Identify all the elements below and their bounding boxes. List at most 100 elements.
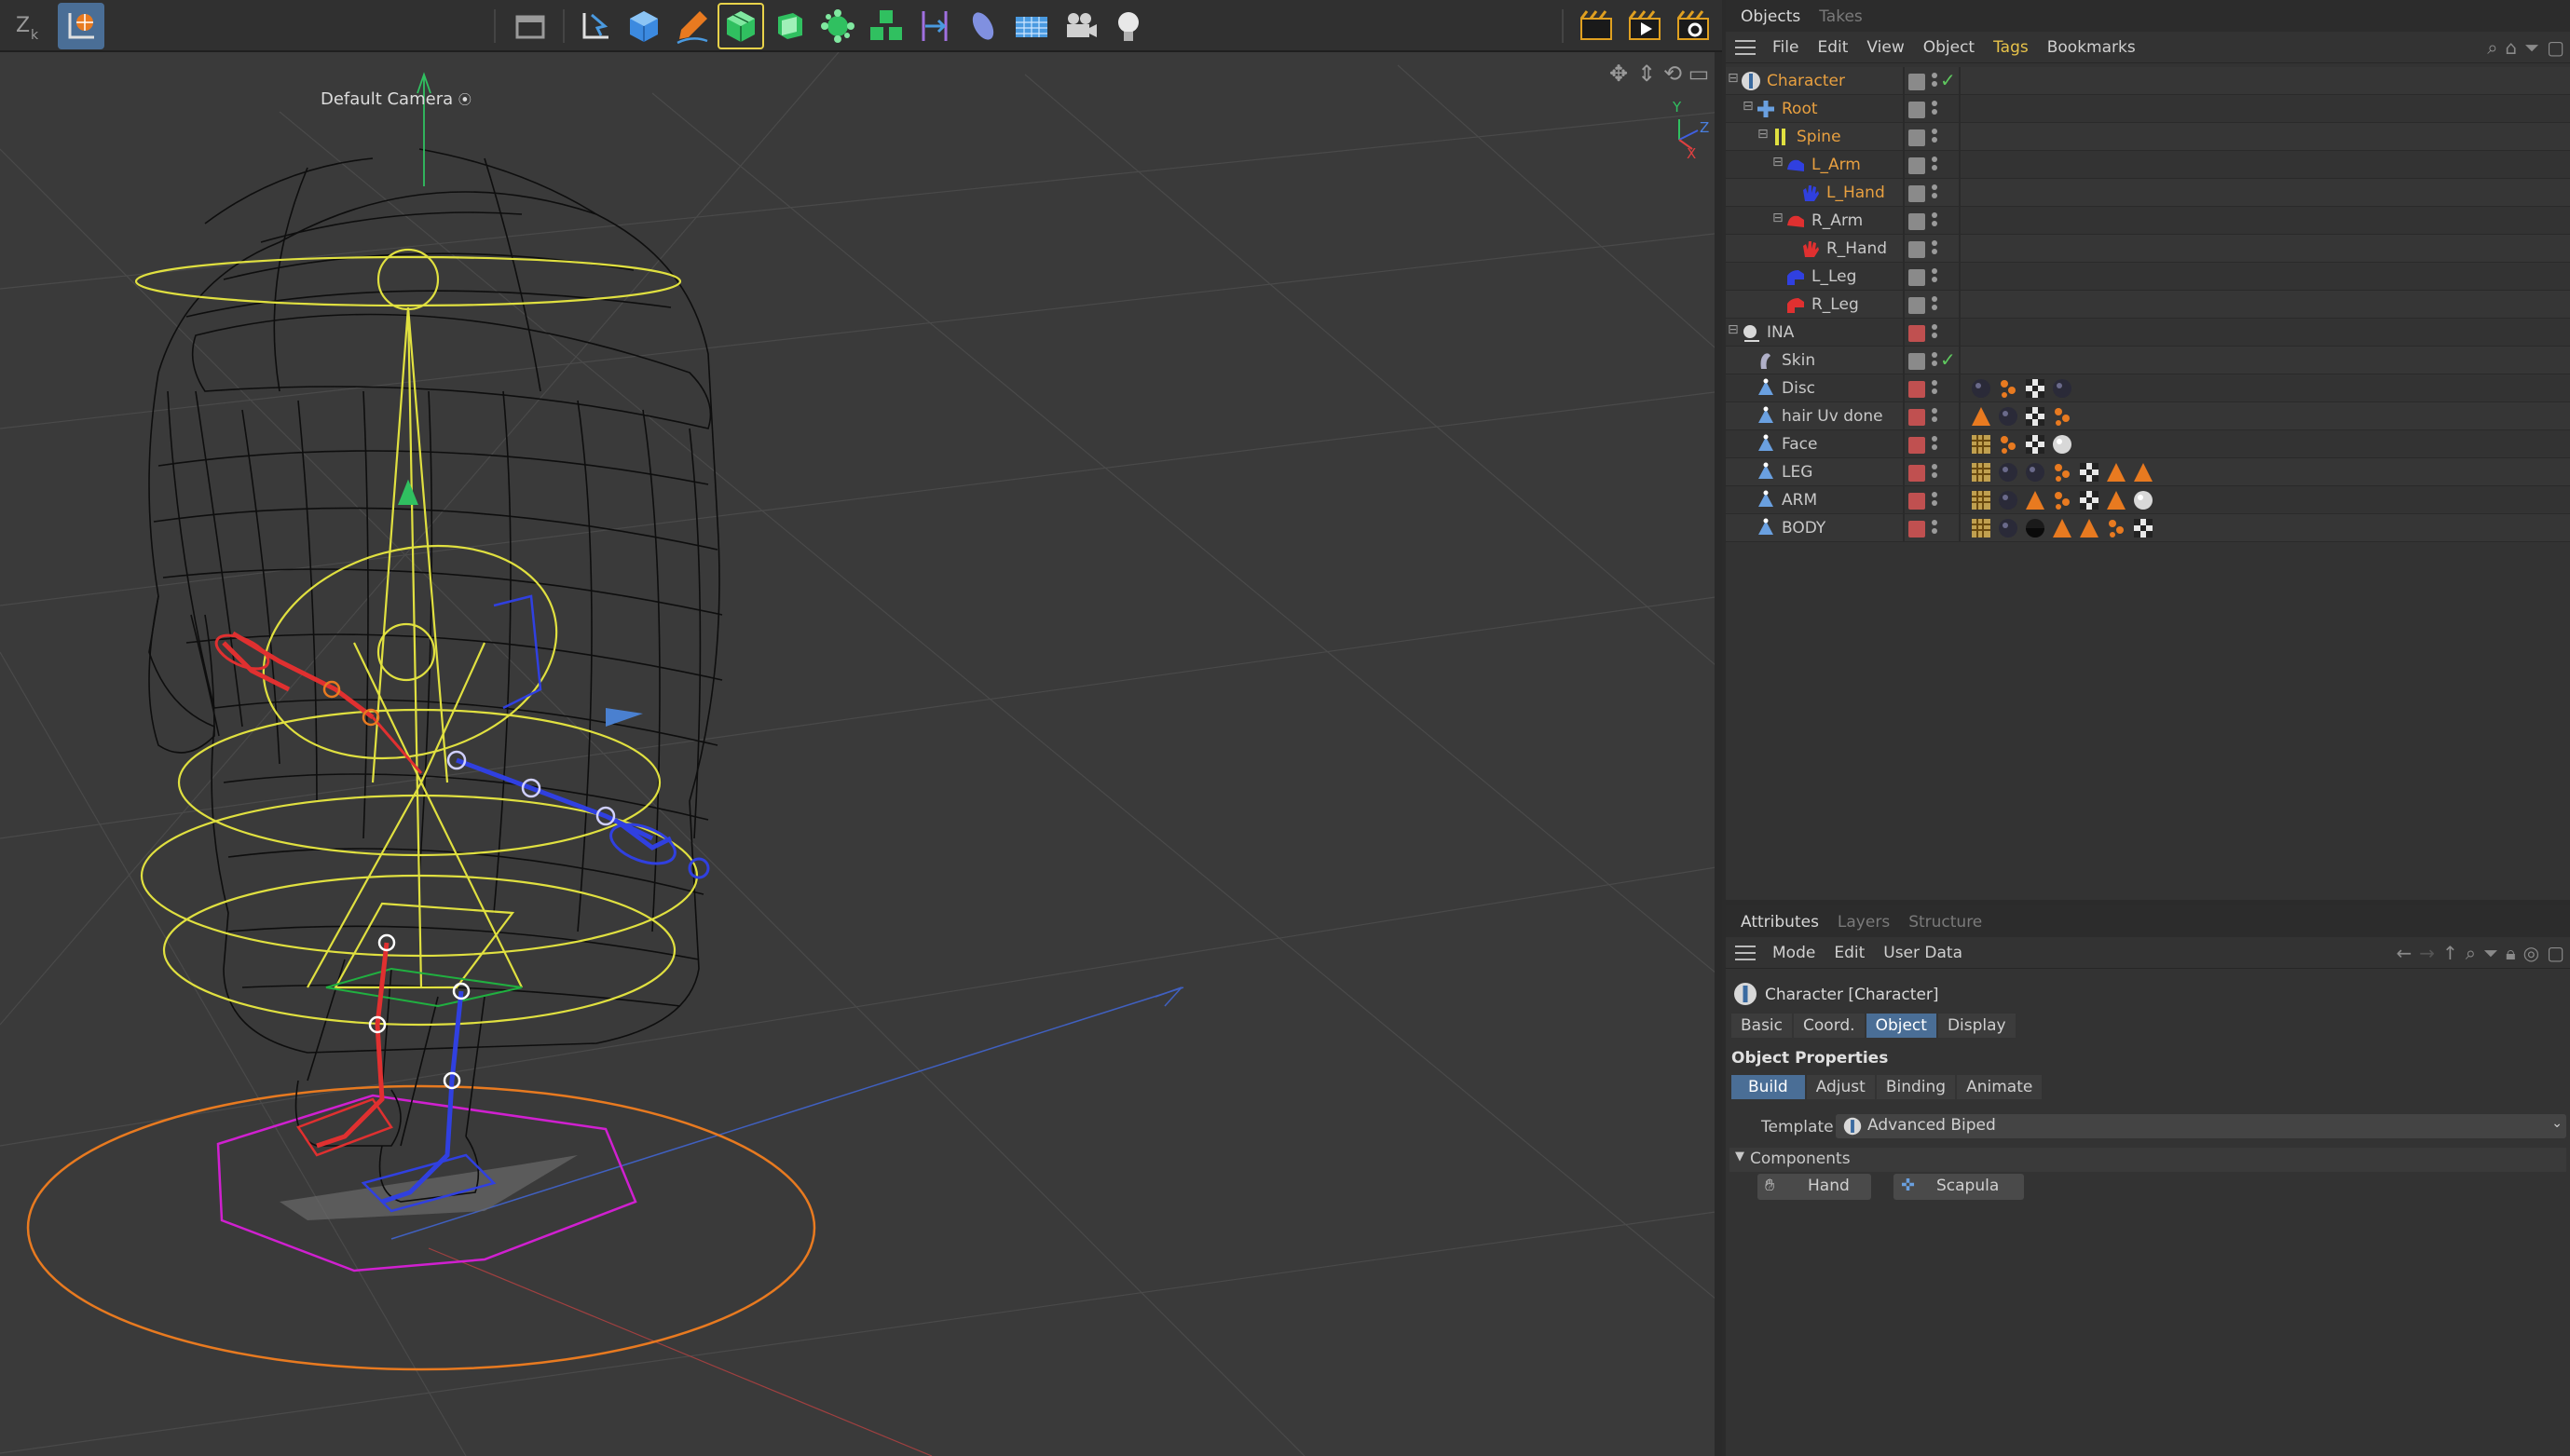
menu-user-data[interactable]: User Data [1883,944,1962,962]
checker-tag-icon[interactable] [2078,461,2100,483]
material-tag-icon[interactable] [2024,461,2046,483]
viewport-splitter[interactable] [1715,52,1722,1456]
expand-toggle-icon[interactable]: ⊟ [1772,155,1784,170]
rotate-view-icon[interactable]: ⟲ [1659,60,1687,88]
tab-structure[interactable]: Structure [1899,913,1991,937]
phong-tag-icon[interactable] [2078,517,2100,539]
visibility-dots-icon[interactable] [1932,324,1937,341]
material-tag-icon[interactable] [1997,489,2019,511]
render-region-icon[interactable] [1573,3,1620,49]
visibility-dots-icon[interactable] [1932,73,1937,89]
settings-icon[interactable]: ◎ [2523,942,2539,964]
object-row-skin[interactable]: Skin ✓ [1726,347,2570,374]
expand-toggle-icon[interactable]: ⊟ [1757,127,1769,142]
weight-tag-icon[interactable] [1970,517,1992,539]
maximize-view-icon[interactable]: ▭ [1685,60,1713,88]
vertex-map-tag-icon[interactable] [2051,405,2073,428]
tab-attributes[interactable]: Attributes [1731,913,1828,937]
home-icon[interactable]: ⌂ [2505,36,2517,59]
visibility-dots-icon[interactable] [1932,352,1937,369]
edit-toggle-icon[interactable] [1908,269,1925,286]
menu-edit[interactable]: Edit [1834,944,1865,962]
character-wireframe[interactable] [148,148,723,1203]
object-row-spine[interactable]: ⊟ Spine [1726,123,2570,151]
up-arrow-icon[interactable]: ↑ [2442,942,2458,964]
right-leg-rig[interactable] [296,942,393,1157]
phong-tag-icon[interactable] [2051,517,2073,539]
back-arrow-icon[interactable]: ← [2397,942,2413,964]
edit-toggle-icon[interactable] [1908,213,1925,230]
material-tag-icon[interactable] [1997,461,2019,483]
phong-tag-icon[interactable] [1970,405,1992,428]
object-row-face[interactable]: Face [1726,430,2570,458]
root-controller-circle[interactable] [26,1084,816,1371]
checker-tag-icon[interactable] [2024,433,2046,456]
menu-view[interactable]: View [1866,38,1904,57]
tab-adjust[interactable]: Adjust [1806,1075,1875,1099]
enabled-check-icon[interactable]: ✓ [1940,69,1956,91]
spline-icon[interactable] [960,3,1006,49]
expand-toggle-icon[interactable]: ⊟ [1728,71,1739,86]
tab-coord[interactable]: Coord. [1794,1014,1865,1038]
zoom-view-icon[interactable]: ⇕ [1633,60,1661,88]
visibility-dots-icon[interactable] [1932,408,1937,425]
object-row-body[interactable]: BODY [1726,514,2570,542]
weight-tag-icon[interactable] [1970,433,1992,456]
layer-color-swatch[interactable] [1908,437,1925,454]
visibility-dots-icon[interactable] [1932,184,1937,201]
menu-mode[interactable]: Mode [1772,944,1815,962]
layer-color-swatch[interactable] [1908,409,1925,426]
tab-binding[interactable]: Binding [1876,1075,1956,1099]
weight-tag-icon[interactable] [1970,489,1992,511]
object-row-arm[interactable]: ARM [1726,486,2570,514]
visibility-dots-icon[interactable] [1932,240,1937,257]
tab-basic[interactable]: Basic [1731,1014,1793,1038]
visibility-dots-icon[interactable] [1932,464,1937,481]
hamburger-menu-icon[interactable] [1735,945,1756,960]
material-tag-icon[interactable] [1997,517,2019,539]
render-settings-icon[interactable] [1670,3,1716,49]
material-tag-icon[interactable] [2051,377,2073,400]
edit-toggle-icon[interactable] [1908,74,1925,90]
cube-icon[interactable] [621,3,667,49]
camera-icon[interactable] [1057,3,1103,49]
tab-object[interactable]: Object [1866,1014,1936,1038]
visibility-dots-icon[interactable] [1932,492,1937,509]
material-light-tag-icon[interactable] [2051,433,2073,456]
material-light-tag-icon[interactable] [2132,489,2154,511]
tab-animate[interactable]: Animate [1957,1075,2043,1099]
edit-toggle-icon[interactable] [1908,241,1925,258]
visibility-dots-icon[interactable] [1932,212,1937,229]
scene-canvas[interactable]: Y Z X [0,52,1722,1456]
render-view-icon[interactable] [1621,3,1668,49]
search-icon[interactable]: ⌕ [2466,942,2476,964]
menu-edit[interactable]: Edit [1817,38,1848,57]
menu-file[interactable]: File [1772,38,1798,57]
object-row-l-arm[interactable]: ⊟ L_Arm [1726,151,2570,179]
phong-tag-icon[interactable] [2132,461,2154,483]
phong-tag-icon[interactable] [2105,489,2127,511]
checker-tag-icon[interactable] [2078,489,2100,511]
new-window-icon[interactable]: ▢ [2547,942,2564,964]
object-row-character[interactable]: ⊟ Character ✓ [1726,67,2570,95]
visibility-dots-icon[interactable] [1932,101,1937,117]
object-row-r-arm[interactable]: ⊟ R_Arm [1726,207,2570,235]
layer-color-swatch[interactable] [1908,381,1925,398]
object-row-root[interactable]: ⊟ Root [1726,95,2570,123]
object-row-l-hand[interactable]: L_Hand [1726,179,2570,207]
light-icon[interactable] [1105,3,1152,49]
lock-icon[interactable]: 🔒︎ [2506,942,2516,964]
phong-tag-icon[interactable] [2105,461,2127,483]
extrude-icon[interactable] [766,3,813,49]
tab-objects[interactable]: Objects [1731,7,1810,32]
hamburger-menu-icon[interactable] [1735,39,1756,55]
object-row-l-leg[interactable]: L_Leg [1726,263,2570,291]
layer-color-swatch[interactable] [1908,493,1925,510]
expand-toggle-icon[interactable]: ⊟ [1772,211,1784,225]
visibility-dots-icon[interactable] [1932,268,1937,285]
layer-color-swatch[interactable] [1908,465,1925,482]
visibility-dots-icon[interactable] [1932,380,1937,397]
tab-display[interactable]: Display [1937,1014,2016,1038]
axis-lock-icon[interactable]: Zk [6,3,52,49]
move-view-icon[interactable]: ✥ [1605,60,1633,88]
